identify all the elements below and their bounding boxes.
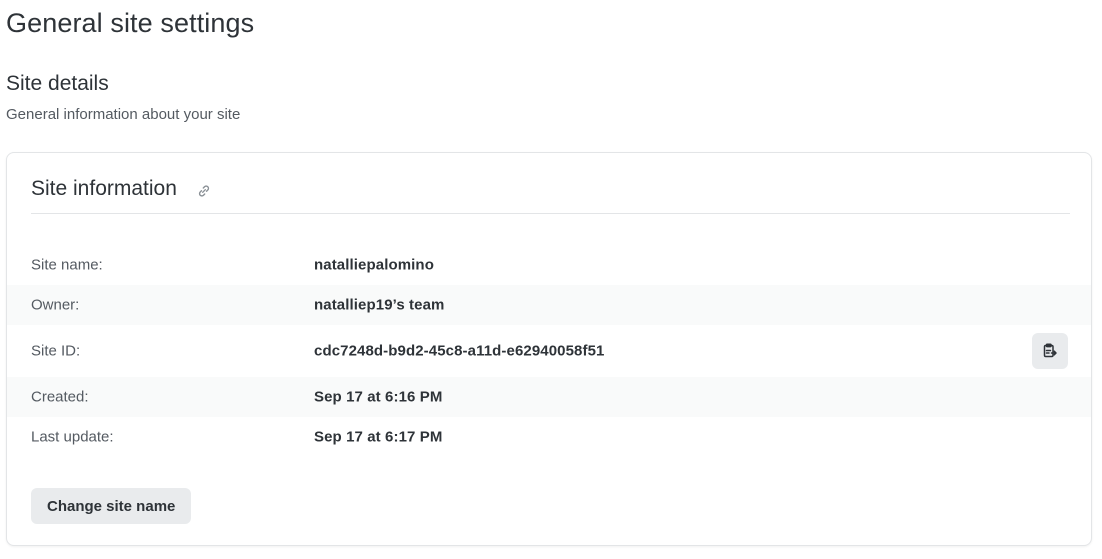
row-label: Last update: [31,428,114,446]
section-title: Site details [6,72,109,95]
row-value: natalliepalomino [314,256,434,274]
row-value: natalliep19’s team [314,296,445,314]
page: General site settings Site details Gener… [0,0,1102,559]
link-icon[interactable] [197,184,211,198]
clipboard-copy-icon [1042,343,1058,359]
row-last-update: Last update: Sep 17 at 6:17 PM [7,417,1091,457]
row-value: Sep 17 at 6:16 PM [314,388,443,406]
change-site-name-button[interactable]: Change site name [31,488,192,524]
site-information-card: Site information Site name: natalliepalo… [6,152,1092,546]
section-subtitle: General information about your site [6,106,241,123]
row-value: cdc7248d-b9d2-45c8-a11d-e62940058f51 [314,342,605,360]
row-site-id: Site ID: cdc7248d-b9d2-45c8-a11d-e629400… [7,325,1091,377]
copy-site-id-button[interactable] [1032,333,1068,369]
site-info-rows: Site name: natalliepalomino Owner: natal… [7,245,1091,457]
row-label: Site ID: [31,342,81,360]
page-title: General site settings [6,8,255,38]
row-label: Created: [31,388,89,406]
row-created: Created: Sep 17 at 6:16 PM [7,377,1091,417]
card-header: Site information [31,175,1070,214]
row-owner: Owner: natalliep19’s team [7,285,1091,325]
card-title: Site information [31,177,177,200]
row-label: Site name: [31,256,103,274]
row-value: Sep 17 at 6:17 PM [314,428,443,446]
row-site-name: Site name: natalliepalomino [7,245,1091,285]
row-label: Owner: [31,296,80,314]
